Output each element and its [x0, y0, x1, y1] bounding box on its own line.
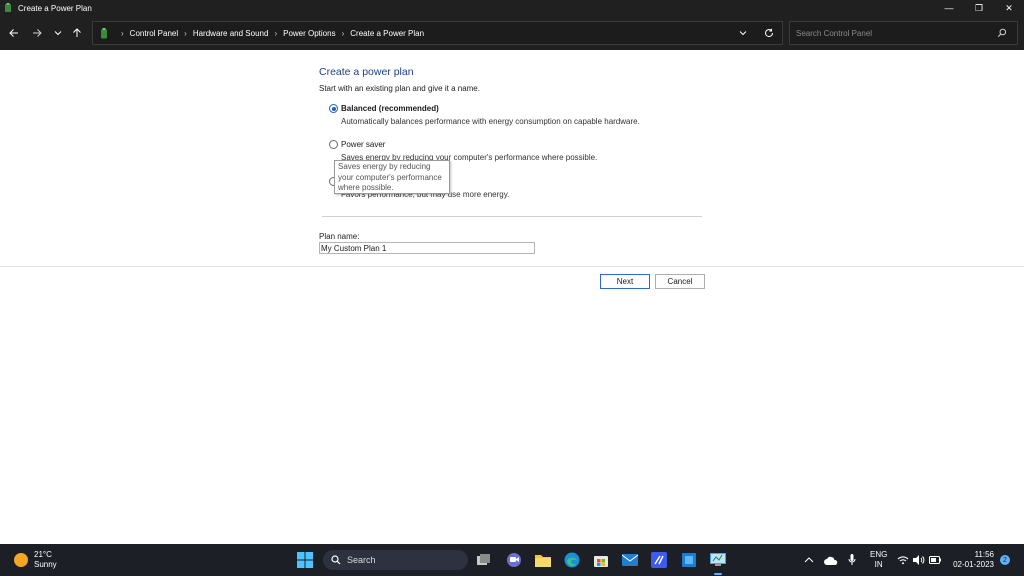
maximize-button[interactable]: ❐ — [964, 0, 994, 16]
breadcrumb-power-options[interactable]: Power Options — [283, 29, 335, 38]
language-indicator[interactable]: ENG IN — [870, 550, 887, 570]
plan-description: Automatically balances performance with … — [341, 117, 640, 126]
language-region: IN — [874, 560, 883, 569]
mail-icon[interactable] — [620, 550, 640, 570]
edge-icon[interactable] — [562, 550, 582, 570]
forward-arrow-icon — [33, 29, 42, 37]
wifi-icon[interactable] — [897, 544, 909, 576]
radio-power-saver[interactable] — [329, 140, 338, 149]
window-title: Create a Power Plan — [18, 3, 92, 13]
up-arrow-icon — [73, 28, 81, 37]
recent-locations-button[interactable] — [50, 25, 66, 41]
next-button[interactable]: Next — [600, 274, 650, 289]
breadcrumb-separator[interactable]: › — [274, 29, 277, 38]
task-view-icon[interactable] — [474, 550, 494, 570]
windows-start-icon[interactable] — [295, 550, 315, 570]
control-panel-icon[interactable] — [708, 550, 728, 570]
clock-date: 02-01-2023 — [953, 560, 994, 569]
app-icon[interactable] — [679, 550, 699, 570]
breadcrumb-hardware-and-sound[interactable]: Hardware and Sound — [193, 29, 269, 38]
breadcrumb-separator[interactable]: › — [184, 29, 187, 38]
tooltip: Saves energy by reducing your computer's… — [334, 160, 450, 194]
power-options-icon — [101, 27, 107, 38]
clock-time: 11:56 — [974, 550, 994, 559]
onedrive-icon[interactable] — [824, 544, 838, 576]
back-arrow-icon — [9, 29, 18, 37]
taskbar-search[interactable]: Search — [323, 550, 468, 570]
teams-chat-icon[interactable] — [504, 550, 524, 570]
breadcrumb-control-panel[interactable]: Control Panel — [130, 29, 178, 38]
app-icon[interactable] — [649, 550, 669, 570]
plan-option-balanced[interactable]: Balanced (recommended) Automatically bal… — [329, 104, 640, 126]
search-icon[interactable] — [997, 28, 1007, 38]
search-input[interactable] — [790, 28, 990, 38]
weather-condition: Sunny — [34, 560, 57, 569]
microsoft-store-icon[interactable] — [591, 550, 611, 570]
divider — [322, 216, 702, 217]
breadcrumb-separator: › — [121, 28, 124, 38]
search-icon — [331, 555, 341, 565]
breadcrumb-separator[interactable]: › — [342, 29, 345, 38]
show-hidden-icons-button[interactable] — [804, 544, 814, 576]
taskbar: 21°C Sunny Search ENG IN 11:56 02-01-202… — [0, 544, 1024, 576]
address-bar[interactable]: › Control Panel › Hardware and Sound › P… — [92, 21, 783, 45]
chevron-down-icon — [739, 31, 747, 36]
language-code: ENG — [870, 550, 888, 559]
back-button[interactable] — [6, 25, 22, 41]
taskbar-search-label: Search — [347, 555, 376, 565]
notification-badge[interactable]: 2 — [1000, 555, 1010, 565]
cancel-button[interactable]: Cancel — [655, 274, 705, 289]
plan-name-label: Plan name: — [319, 232, 360, 241]
chevron-down-icon — [54, 31, 62, 36]
sun-icon — [14, 553, 28, 567]
close-button[interactable]: ✕ — [994, 0, 1024, 16]
chevron-up-icon — [804, 557, 814, 563]
up-button[interactable] — [69, 25, 85, 41]
plan-label[interactable]: Power saver — [341, 140, 385, 149]
search-box[interactable] — [789, 21, 1018, 45]
battery-icon[interactable] — [929, 544, 941, 576]
microphone-icon[interactable] — [848, 544, 856, 576]
refresh-button[interactable] — [756, 28, 782, 38]
page-title: Create a power plan — [319, 66, 414, 78]
footer-divider — [0, 266, 1024, 267]
address-dropdown-button[interactable] — [730, 29, 756, 37]
forward-button[interactable] — [29, 25, 45, 41]
weather-temperature: 21°C — [34, 550, 52, 559]
refresh-icon — [765, 28, 774, 38]
power-options-icon — [5, 3, 11, 12]
plan-option-power-saver[interactable]: Power saver Saves energy by reducing you… — [329, 140, 597, 162]
taskbar-clock[interactable]: 11:56 02-01-2023 — [950, 550, 994, 570]
volume-icon[interactable] — [913, 544, 925, 576]
weather-widget[interactable]: 21°C Sunny — [14, 550, 57, 570]
file-explorer-icon[interactable] — [533, 550, 553, 570]
active-app-indicator — [714, 573, 722, 575]
title-bar: Create a Power Plan — ❐ ✕ — [0, 0, 1024, 16]
radio-balanced[interactable] — [329, 104, 338, 113]
plan-label[interactable]: Balanced (recommended) — [341, 104, 439, 113]
plan-name-field[interactable] — [319, 242, 535, 254]
intro-text: Start with an existing plan and give it … — [319, 84, 480, 93]
minimize-button[interactable]: — — [934, 0, 964, 16]
breadcrumb-create-a-power-plan[interactable]: Create a Power Plan — [350, 29, 424, 38]
